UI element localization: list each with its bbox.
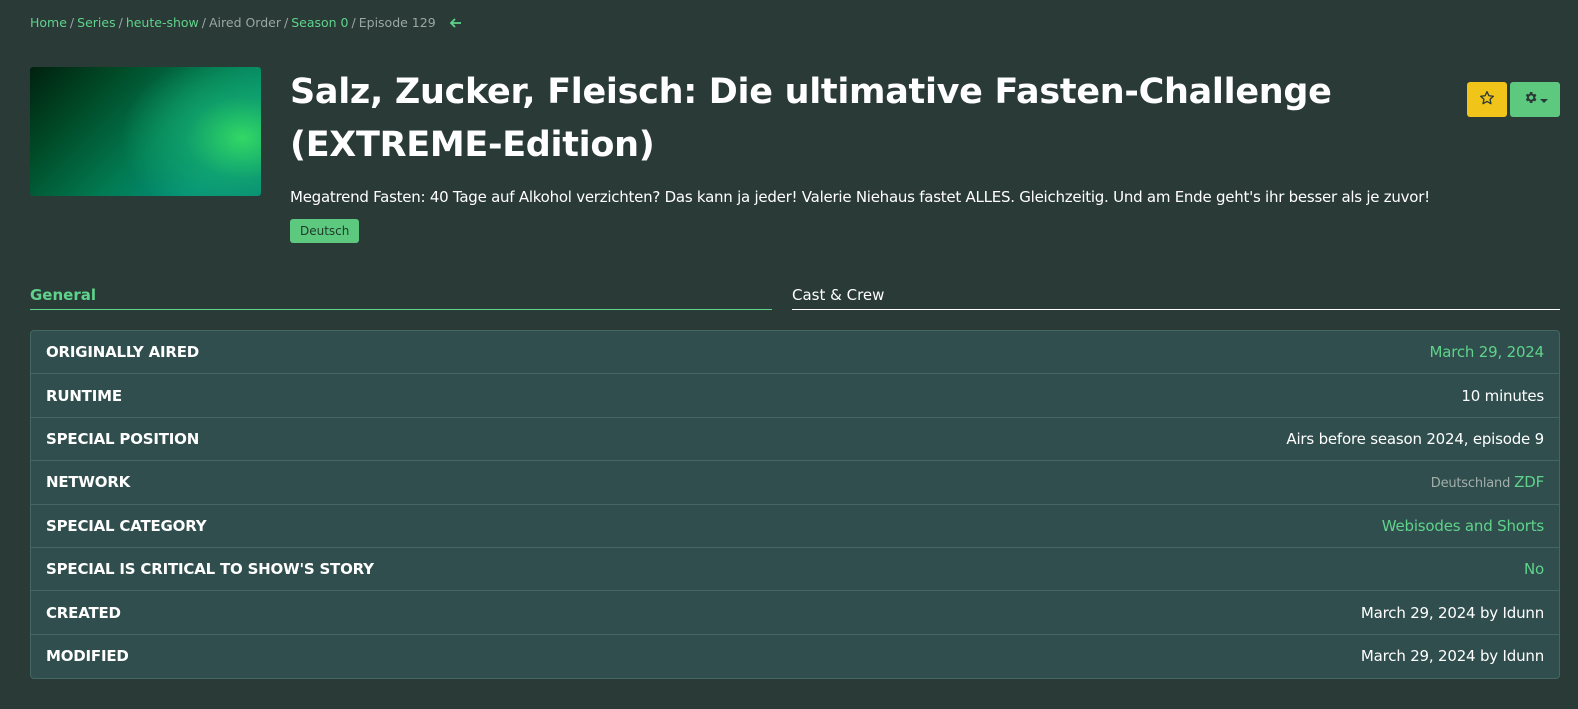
caret-down-icon	[1539, 90, 1548, 109]
runtime-value: 10 minutes	[1461, 386, 1544, 405]
created-value: March 29, 2024 by Idunn	[1360, 603, 1544, 622]
runtime-label: RUNTIME	[46, 386, 122, 405]
breadcrumb-order: Aired Order	[208, 15, 281, 30]
breadcrumb-separator: /	[351, 15, 356, 30]
special-position-value: Airs before season 2024, episode 9	[1286, 429, 1544, 448]
network-country: Deutschland	[1430, 476, 1511, 492]
favorite-button[interactable]	[1467, 82, 1507, 117]
breadcrumb-episode: Episode 129	[358, 15, 436, 30]
special-category-label: SPECIAL CATEGORY	[46, 516, 207, 535]
network-value[interactable]: ZDF	[1514, 473, 1544, 491]
special-position-label: SPECIAL POSITION	[46, 429, 200, 448]
special-critical-label: SPECIAL IS CRITICAL TO SHOW'S STORY	[46, 560, 374, 579]
table-row: SPECIAL CATEGORY Webisodes and Shorts	[31, 505, 1559, 548]
modified-value: March 29, 2024 by Idunn	[1360, 647, 1544, 666]
table-row: MODIFIED March 29, 2024 by Idunn	[31, 635, 1559, 678]
breadcrumb: Home / Series / heute-show / Aired Order / Seaso…	[30, 15, 462, 32]
episode-title: Salz, Zucker, Fleisch: Die ultimative Fa…	[290, 72, 1332, 165]
breadcrumb-show[interactable]: heute-show	[126, 15, 199, 30]
originally-aired-value[interactable]: March 29, 2024	[1430, 343, 1545, 361]
gear-icon	[1523, 90, 1538, 109]
breadcrumb-separator: /	[201, 15, 206, 30]
breadcrumb-season[interactable]: Season 0	[291, 15, 348, 30]
settings-dropdown-button[interactable]	[1510, 82, 1560, 117]
tab-general[interactable]: General	[30, 285, 772, 310]
table-row: ORIGINALLY AIRED March 29, 2024	[31, 331, 1559, 375]
arrow-left-icon[interactable]	[449, 16, 462, 32]
table-row: SPECIAL POSITION Airs before season 2024…	[31, 418, 1559, 462]
network-label: NETWORK	[46, 473, 131, 492]
table-row: RUNTIME 10 minutes	[31, 374, 1559, 418]
episode-poster	[30, 67, 261, 196]
modified-label: MODIFIED	[46, 647, 129, 666]
breadcrumb-separator: /	[118, 15, 123, 30]
episode-overview: Megatrend Fasten: 40 Tage auf Alkohol ve…	[290, 188, 1430, 206]
breadcrumb-separator: /	[69, 15, 75, 30]
table-row: NETWORK Deutschland ZDF	[31, 461, 1559, 505]
breadcrumb-home[interactable]: Home	[30, 15, 67, 30]
table-row: SPECIAL IS CRITICAL TO SHOW'S STORY No	[31, 548, 1559, 592]
star-icon	[1479, 90, 1495, 110]
special-category-value[interactable]: Webisodes and Shorts	[1382, 517, 1544, 535]
table-row: CREATED March 29, 2024 by Idunn	[31, 591, 1559, 635]
created-label: CREATED	[46, 603, 121, 622]
language-badge[interactable]: Deutsch	[290, 219, 360, 243]
episode-info-table: ORIGINALLY AIRED March 29, 2024 RUNTIME …	[30, 330, 1560, 680]
special-critical-value[interactable]: No	[1524, 560, 1544, 578]
breadcrumb-separator: /	[284, 15, 289, 30]
originally-aired-label: ORIGINALLY AIRED	[46, 343, 200, 362]
tab-cast-crew[interactable]: Cast & Crew	[792, 285, 1560, 310]
breadcrumb-series[interactable]: Series	[77, 15, 115, 30]
network-value-group: Deutschland ZDF	[1431, 473, 1544, 491]
